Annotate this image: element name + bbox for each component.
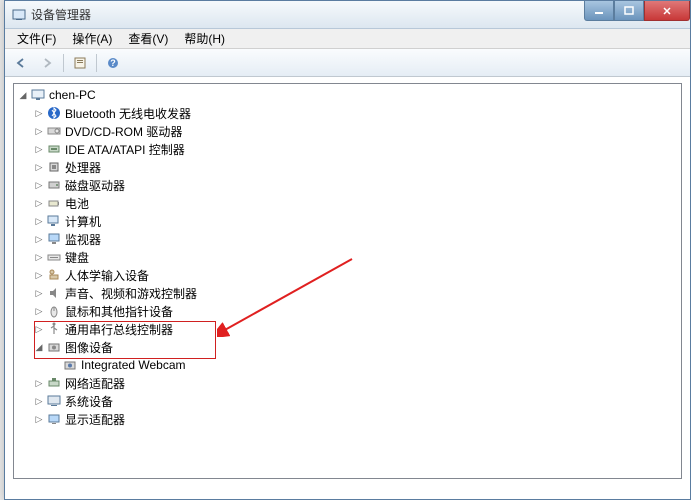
node-label: Integrated Webcam — [81, 358, 186, 372]
expand-icon[interactable]: ▷ — [32, 196, 46, 210]
expand-icon[interactable]: ▷ — [32, 322, 46, 336]
expand-icon[interactable]: ▷ — [32, 304, 46, 318]
disk-drive-icon — [46, 177, 62, 193]
display-adapter-icon — [46, 411, 62, 427]
expand-icon[interactable]: ▷ — [32, 124, 46, 138]
expand-icon[interactable]: ▷ — [32, 376, 46, 390]
tree-node-sound[interactable]: ▷ 声音、视频和游戏控制器 — [14, 284, 681, 302]
expand-icon[interactable]: ▷ — [32, 142, 46, 156]
collapse-icon[interactable]: ◢ — [16, 88, 30, 102]
tree-node-webcam[interactable]: Integrated Webcam — [14, 356, 681, 374]
monitor-icon — [46, 231, 62, 247]
tree-node-disk[interactable]: ▷ 磁盘驱动器 — [14, 176, 681, 194]
toolbar-separator — [96, 54, 97, 72]
disc-drive-icon — [46, 123, 62, 139]
tree-root[interactable]: ◢ chen-PC — [14, 86, 681, 104]
menubar: 文件(F) 操作(A) 查看(V) 帮助(H) — [5, 29, 690, 49]
battery-icon — [46, 195, 62, 211]
menu-view[interactable]: 查看(V) — [122, 28, 174, 49]
expand-icon[interactable]: ▷ — [32, 250, 46, 264]
device-manager-window: 设备管理器 文件(F) 操作(A) 查看(V) 帮助(H) ? ◢ chen-P… — [4, 0, 691, 500]
expand-icon[interactable]: ▷ — [32, 106, 46, 120]
node-label: 监视器 — [65, 231, 101, 248]
node-label: 键盘 — [65, 249, 89, 266]
tree-node-display[interactable]: ▷ 显示适配器 — [14, 410, 681, 428]
window-controls — [584, 1, 690, 21]
tree-node-hid[interactable]: ▷ 人体学输入设备 — [14, 266, 681, 284]
keyboard-icon — [46, 249, 62, 265]
sound-icon — [46, 285, 62, 301]
window-title: 设备管理器 — [31, 6, 91, 23]
menu-action[interactable]: 操作(A) — [66, 28, 118, 49]
usb-icon — [46, 321, 62, 337]
menu-file[interactable]: 文件(F) — [11, 28, 62, 49]
tree-node-imaging[interactable]: ◢ 图像设备 — [14, 338, 681, 356]
svg-text:?: ? — [110, 58, 116, 68]
expand-icon[interactable]: ▷ — [32, 214, 46, 228]
bluetooth-icon — [46, 105, 62, 121]
app-icon — [11, 7, 27, 23]
expand-icon[interactable]: ▷ — [32, 178, 46, 192]
node-label: Bluetooth 无线电收发器 — [65, 105, 191, 122]
tree-node-network[interactable]: ▷ 网络适配器 — [14, 374, 681, 392]
expand-icon[interactable]: ▷ — [32, 286, 46, 300]
node-label: 计算机 — [65, 213, 101, 230]
minimize-button[interactable] — [584, 1, 614, 21]
tree-node-cpu[interactable]: ▷ 处理器 — [14, 158, 681, 176]
node-label: 处理器 — [65, 159, 101, 176]
tree-node-mouse[interactable]: ▷ 鼠标和其他指针设备 — [14, 302, 681, 320]
collapse-icon[interactable]: ◢ — [32, 340, 46, 354]
help-button[interactable]: ? — [101, 52, 125, 74]
node-label: DVD/CD-ROM 驱动器 — [65, 123, 182, 140]
computer-icon — [30, 87, 46, 103]
node-label: 声音、视频和游戏控制器 — [65, 285, 197, 302]
back-button[interactable] — [9, 52, 33, 74]
computer-icon — [46, 213, 62, 229]
expand-icon[interactable]: ▷ — [32, 412, 46, 426]
expand-icon[interactable]: ▷ — [32, 232, 46, 246]
node-label: 系统设备 — [65, 393, 113, 410]
node-label: 网络适配器 — [65, 375, 125, 392]
toolbar-separator — [63, 54, 64, 72]
tree-node-battery[interactable]: ▷ 电池 — [14, 194, 681, 212]
tree-node-ide[interactable]: ▷ IDE ATA/ATAPI 控制器 — [14, 140, 681, 158]
toolbar: ? — [5, 49, 690, 77]
cpu-icon — [46, 159, 62, 175]
node-label: IDE ATA/ATAPI 控制器 — [65, 141, 185, 158]
camera-icon — [46, 339, 62, 355]
tree-node-dvd[interactable]: ▷ DVD/CD-ROM 驱动器 — [14, 122, 681, 140]
close-button[interactable] — [644, 1, 690, 21]
tree-node-keyboard[interactable]: ▷ 键盘 — [14, 248, 681, 266]
webcam-icon — [62, 357, 78, 373]
expand-icon[interactable]: ▷ — [32, 268, 46, 282]
node-label: 电池 — [65, 195, 89, 212]
node-label: 鼠标和其他指针设备 — [65, 303, 173, 320]
tree-node-monitor[interactable]: ▷ 监视器 — [14, 230, 681, 248]
tree-node-system[interactable]: ▷ 系统设备 — [14, 392, 681, 410]
expand-icon[interactable]: ▷ — [32, 160, 46, 174]
network-icon — [46, 375, 62, 391]
expand-icon[interactable]: ▷ — [32, 394, 46, 408]
node-label: 图像设备 — [65, 339, 113, 356]
node-label: 磁盘驱动器 — [65, 177, 125, 194]
menu-help[interactable]: 帮助(H) — [178, 28, 231, 49]
titlebar: 设备管理器 — [5, 1, 690, 29]
tree-node-usb[interactable]: ▷ 通用串行总线控制器 — [14, 320, 681, 338]
properties-button[interactable] — [68, 52, 92, 74]
mouse-icon — [46, 303, 62, 319]
hid-icon — [46, 267, 62, 283]
node-label: chen-PC — [49, 88, 96, 102]
node-label: 通用串行总线控制器 — [65, 321, 173, 338]
node-label: 显示适配器 — [65, 411, 125, 428]
device-tree[interactable]: ◢ chen-PC ▷ Bluetooth 无线电收发器 ▷ DVD/CD-RO… — [13, 83, 682, 479]
node-label: 人体学输入设备 — [65, 267, 149, 284]
maximize-button[interactable] — [614, 1, 644, 21]
ide-controller-icon — [46, 141, 62, 157]
system-device-icon — [46, 393, 62, 409]
tree-node-computer[interactable]: ▷ 计算机 — [14, 212, 681, 230]
tree-node-bluetooth[interactable]: ▷ Bluetooth 无线电收发器 — [14, 104, 681, 122]
forward-button[interactable] — [35, 52, 59, 74]
